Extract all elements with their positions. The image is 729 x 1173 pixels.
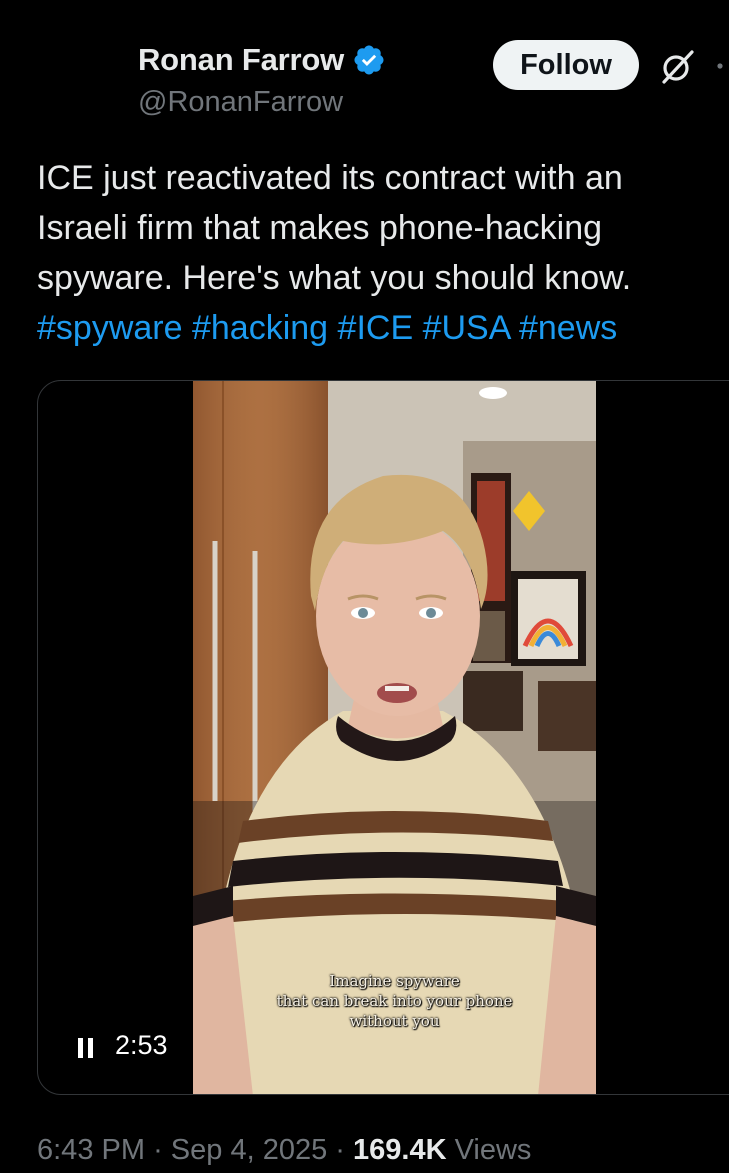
video-caption: Imagine spyware that can break into your… bbox=[193, 971, 596, 1031]
hashtag-link[interactable]: #ICE bbox=[338, 309, 414, 347]
meta-separator: · bbox=[335, 1134, 345, 1166]
caption-line: Imagine spyware bbox=[329, 972, 460, 990]
video-duration: 2:53 bbox=[115, 1030, 168, 1060]
grok-slash-icon[interactable] bbox=[658, 46, 698, 86]
author-handle[interactable]: @RonanFarrow bbox=[138, 86, 343, 119]
hashtag-link[interactable]: #USA bbox=[423, 309, 510, 347]
views-label: Views bbox=[454, 1134, 532, 1166]
follow-button[interactable]: Follow bbox=[493, 40, 639, 90]
tweet-detail: Ronan Farrow @RonanFarrow Follow ICE jus… bbox=[0, 0, 729, 1173]
tweet-date[interactable]: Sep 4, 2025 bbox=[171, 1134, 327, 1166]
tweet-text: ICE just reactivated its contract with a… bbox=[37, 153, 717, 353]
tweet-time[interactable]: 6:43 PM bbox=[37, 1134, 145, 1166]
hashtag-link[interactable]: #hacking bbox=[192, 309, 328, 347]
video-player[interactable]: Imagine spyware that can break into your… bbox=[37, 380, 729, 1095]
verified-badge-icon bbox=[354, 45, 384, 75]
views-count: 169.4K bbox=[353, 1134, 447, 1166]
video-frame[interactable]: Imagine spyware that can break into your… bbox=[193, 381, 596, 1094]
meta-separator: · bbox=[153, 1134, 163, 1166]
pause-icon[interactable] bbox=[76, 1036, 96, 1060]
hashtag-link[interactable]: #news bbox=[519, 309, 617, 347]
more-icon[interactable] bbox=[714, 58, 729, 74]
tweet-body: ICE just reactivated its contract with a… bbox=[37, 159, 632, 297]
tweet-meta: 6:43 PM · Sep 4, 2025 · 169.4K Views bbox=[37, 1134, 531, 1167]
caption-line: without you bbox=[349, 1012, 440, 1030]
caption-line: that can break into your phone bbox=[276, 992, 513, 1010]
hashtag-link[interactable]: #spyware bbox=[37, 309, 183, 347]
author-name[interactable]: Ronan Farrow bbox=[138, 42, 344, 78]
author-name-row[interactable]: Ronan Farrow bbox=[138, 42, 386, 78]
